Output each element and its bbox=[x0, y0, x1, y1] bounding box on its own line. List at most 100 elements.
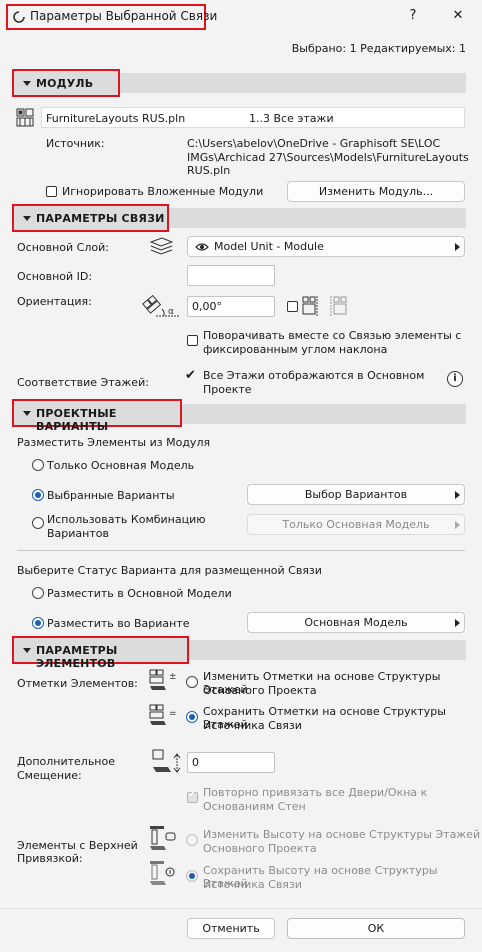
mirrored-module-icon bbox=[330, 296, 347, 316]
close-button[interactable]: ✕ bbox=[446, 6, 470, 26]
design-options-section-header[interactable]: ПРОЕКТНЫЕ ВАРИАНТЫ bbox=[12, 399, 182, 433]
link-section-header[interactable]: ПАРАМЕТРЫ СВЯЗИ bbox=[12, 204, 169, 232]
section-title: ПАРАМЕТРЫ ЭЛЕМЕНТОВ bbox=[36, 644, 118, 670]
checkmark-icon: ✔ bbox=[185, 368, 196, 383]
story-match-text-1: Все Этажи отображаются в Основном bbox=[203, 369, 425, 382]
rotate-fixed-checkbox[interactable] bbox=[187, 335, 198, 346]
keep-elevations-icon: = bbox=[149, 704, 177, 725]
chevron-right-icon bbox=[455, 619, 460, 627]
source-path-line-2: IMGs\Archicad 27\Sources\Models\Furnitur… bbox=[187, 151, 469, 164]
main-layer-value: Model Unit - Module bbox=[214, 240, 324, 253]
checkmark-icon: ✔ bbox=[188, 789, 197, 800]
rotate-fixed-label-1: Поворачивать вместе со Связью элементы с bbox=[203, 329, 462, 342]
use-combination-label-2: Вариантов bbox=[47, 527, 109, 540]
select-options-label: Выбор Вариантов bbox=[304, 488, 408, 501]
rebind-label-1: Повторно привязать все Двери/Окна к bbox=[203, 786, 428, 799]
svg-text:±: ± bbox=[169, 672, 177, 682]
option-value: Основная Модель bbox=[304, 616, 408, 629]
footer-divider bbox=[0, 908, 482, 909]
layers-icon bbox=[149, 237, 174, 255]
change-height-radio[interactable] bbox=[186, 834, 198, 846]
main-layer-label: Основной Слой: bbox=[17, 241, 109, 254]
place-main-label: Разместить в Основной Модели bbox=[47, 587, 232, 600]
keep-height-icon bbox=[150, 861, 175, 885]
module-stories: 1..3 Все этажи bbox=[249, 112, 334, 125]
rotate-fixed-label-2: фиксированным углом наклона bbox=[203, 343, 388, 356]
cancel-button[interactable]: Отменить bbox=[187, 918, 275, 939]
offset-label-2: Смещение: bbox=[17, 769, 82, 782]
change-elevations-label-2: Основного Проекта bbox=[203, 684, 317, 697]
change-elevations-radio[interactable] bbox=[186, 676, 198, 688]
change-height-label-1: Изменить Высоту на основе Структуры Этаж… bbox=[203, 828, 481, 841]
chevron-right-icon bbox=[455, 491, 460, 499]
place-elements-label: Разместить Элементы из Модуля bbox=[17, 436, 211, 449]
source-path-line-1: C:\Users\abelov\OneDrive - Graphisoft SE… bbox=[187, 137, 441, 150]
use-combination-label-1: Использовать Комбинацию bbox=[47, 513, 206, 526]
elevations-label: Отметки Элементов: bbox=[17, 677, 138, 690]
keep-elevations-radio[interactable] bbox=[186, 711, 198, 723]
only-main-radio[interactable] bbox=[32, 459, 44, 471]
option-select[interactable]: Основная Модель bbox=[247, 612, 465, 633]
module-file-name: FurnitureLayouts RUS.pln bbox=[46, 112, 186, 125]
story-match-text-2: Проекте bbox=[203, 383, 252, 396]
collapse-triangle-icon bbox=[23, 81, 31, 86]
source-path-line-3: RUS.pln bbox=[187, 164, 231, 177]
offset-input[interactable]: 0 bbox=[187, 752, 275, 773]
main-layer-select[interactable]: Model Unit - Module bbox=[187, 236, 465, 257]
orientation-angle-icon: α bbox=[142, 294, 179, 317]
change-elevations-icon: ± bbox=[149, 669, 177, 690]
orientation-input[interactable]: 0,00° bbox=[187, 296, 275, 317]
select-options-button[interactable]: Выбор Вариантов bbox=[247, 484, 465, 505]
collapse-triangle-icon bbox=[23, 216, 31, 221]
use-combination-radio[interactable] bbox=[32, 517, 44, 529]
collapse-triangle-icon bbox=[23, 648, 31, 653]
divider bbox=[17, 550, 465, 551]
selection-status: Выбрано: 1 Редактируемых: 1 bbox=[291, 42, 466, 55]
combination-value: Только Основная Модель bbox=[282, 518, 430, 531]
place-option-label: Разместить во Варианте bbox=[47, 617, 190, 630]
choose-status-label: Выберите Статус Варианта для размещенной… bbox=[17, 564, 322, 577]
mirror-checkbox[interactable] bbox=[287, 301, 298, 312]
section-title: ПРОЕКТНЫЕ ВАРИАНТЫ bbox=[36, 407, 117, 433]
main-id-label: Основной ID: bbox=[17, 270, 93, 283]
selected-options-radio[interactable] bbox=[32, 489, 44, 501]
change-height-icon bbox=[150, 826, 176, 850]
module-section-header[interactable]: МОДУЛЬ bbox=[12, 69, 120, 97]
change-height-label-2: Основного Проекта bbox=[203, 842, 317, 855]
top-linked-label-1: Элементы с Верхней bbox=[17, 839, 138, 852]
window-title: Параметры Выбранной Связи bbox=[30, 9, 218, 23]
offset-label-1: Дополнительное bbox=[17, 755, 115, 768]
section-title: МОДУЛЬ bbox=[36, 77, 94, 90]
loading-icon bbox=[13, 11, 25, 23]
collapse-triangle-icon bbox=[23, 411, 31, 416]
chevron-right-icon bbox=[455, 521, 460, 529]
change-module-button[interactable]: Изменить Модуль... bbox=[287, 181, 465, 202]
place-main-radio[interactable] bbox=[32, 587, 44, 599]
info-icon[interactable]: i bbox=[447, 371, 463, 387]
svg-text:α: α bbox=[168, 307, 174, 317]
source-label: Источник: bbox=[46, 137, 105, 150]
keep-height-radio[interactable] bbox=[186, 870, 198, 882]
rebind-label-2: Основаниям Стен bbox=[203, 800, 306, 813]
keep-elevations-label-2: Источника Связи bbox=[203, 719, 302, 732]
only-main-label: Только Основная Модель bbox=[47, 459, 195, 472]
offset-icon bbox=[152, 749, 181, 773]
story-match-label: Соответствие Этажей: bbox=[17, 376, 149, 389]
main-id-input[interactable] bbox=[187, 265, 275, 286]
ignore-nested-checkbox[interactable] bbox=[46, 186, 57, 197]
mirror-icon bbox=[302, 296, 318, 316]
elements-section-header[interactable]: ПАРАМЕТРЫ ЭЛЕМЕНТОВ bbox=[12, 636, 189, 670]
combination-select[interactable]: Только Основная Модель bbox=[247, 514, 465, 535]
help-button[interactable]: ? bbox=[401, 6, 425, 26]
ignore-nested-label: Игнорировать Вложенные Модули bbox=[62, 185, 264, 198]
keep-height-label-2: Источника Связи bbox=[203, 878, 302, 891]
chevron-right-icon bbox=[455, 243, 460, 251]
selected-options-label: Выбранные Варианты bbox=[47, 489, 175, 502]
orientation-label: Ориентация: bbox=[17, 295, 92, 308]
top-linked-label-2: Привязкой: bbox=[17, 852, 83, 865]
place-option-radio[interactable] bbox=[32, 617, 44, 629]
section-title: ПАРАМЕТРЫ СВЯЗИ bbox=[36, 212, 165, 225]
svg-text:=: = bbox=[169, 709, 177, 719]
ok-button[interactable]: ОК bbox=[287, 918, 465, 939]
eye-icon bbox=[195, 243, 209, 251]
